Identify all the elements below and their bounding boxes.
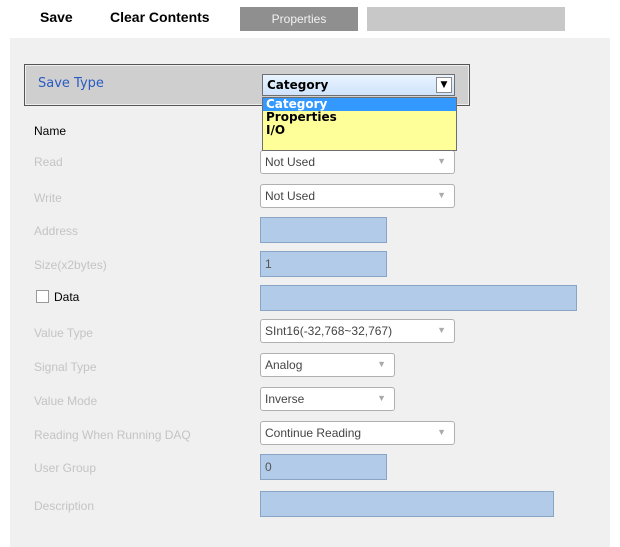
save-type-dropdown-list: Category Properties I/O bbox=[262, 97, 457, 151]
write-label: Write bbox=[34, 191, 62, 205]
toolbar: Save Clear Contents Properties bbox=[0, 0, 620, 38]
chevron-down-icon: ▼ bbox=[437, 190, 446, 200]
value-mode-label: Value Mode bbox=[34, 394, 98, 408]
save-type-selected-value: Category bbox=[267, 78, 329, 92]
read-label: Read bbox=[34, 155, 63, 169]
write-select[interactable]: Not Used ▼ bbox=[260, 184, 455, 208]
user-group-field[interactable]: 0 bbox=[260, 454, 387, 480]
description-label: Description bbox=[34, 499, 95, 513]
value-type-select[interactable]: SInt16(-32,768~32,767) ▼ bbox=[260, 319, 455, 343]
tab-properties[interactable]: Properties bbox=[240, 7, 358, 31]
user-group-field-value: 0 bbox=[265, 460, 272, 474]
save-button[interactable]: Save bbox=[40, 9, 73, 25]
signal-type-label: Signal Type bbox=[34, 360, 97, 374]
reading-select-value: Continue Reading bbox=[265, 426, 362, 440]
reading-when-running-daq-select[interactable]: Continue Reading ▼ bbox=[260, 421, 455, 445]
data-label: Data bbox=[54, 290, 80, 304]
value-mode-select[interactable]: Inverse ▼ bbox=[260, 387, 395, 411]
size-label: Size(x2bytes) bbox=[34, 258, 107, 272]
chevron-down-icon: ▼ bbox=[437, 156, 446, 166]
description-field[interactable] bbox=[260, 491, 554, 517]
write-select-value: Not Used bbox=[265, 189, 316, 203]
read-select-value: Not Used bbox=[265, 155, 316, 169]
value-mode-select-value: Inverse bbox=[265, 392, 305, 406]
size-field-value: 1 bbox=[265, 257, 272, 271]
clear-contents-button[interactable]: Clear Contents bbox=[110, 9, 210, 25]
chevron-down-icon: ▼ bbox=[377, 393, 386, 403]
chevron-down-icon: ▼ bbox=[377, 359, 386, 369]
dropdown-option-io[interactable]: I/O bbox=[263, 124, 456, 137]
name-label: Name bbox=[34, 124, 67, 138]
signal-type-select[interactable]: Analog ▼ bbox=[260, 353, 395, 377]
address-label: Address bbox=[34, 224, 79, 238]
signal-type-select-value: Analog bbox=[265, 358, 303, 372]
chevron-down-icon: ▼ bbox=[437, 427, 446, 437]
size-field[interactable]: 1 bbox=[260, 251, 387, 277]
data-field[interactable] bbox=[260, 285, 577, 311]
data-checkbox[interactable] bbox=[36, 290, 49, 303]
address-field[interactable] bbox=[260, 217, 387, 243]
chevron-down-icon[interactable]: ▼ bbox=[436, 77, 452, 93]
value-type-select-value: SInt16(-32,768~32,767) bbox=[265, 324, 393, 338]
save-type-select[interactable]: Category ▼ bbox=[262, 74, 455, 96]
read-select[interactable]: Not Used ▼ bbox=[260, 150, 455, 174]
value-type-label: Value Type bbox=[34, 326, 93, 340]
reading-when-running-daq-label: Reading When Running DAQ bbox=[34, 428, 191, 442]
dropdown-option-properties[interactable]: Properties bbox=[263, 111, 456, 124]
save-type-label: Save Type bbox=[38, 76, 104, 91]
tab-blank bbox=[367, 7, 565, 31]
chevron-down-icon: ▼ bbox=[437, 325, 446, 335]
user-group-label: User Group bbox=[34, 461, 97, 475]
